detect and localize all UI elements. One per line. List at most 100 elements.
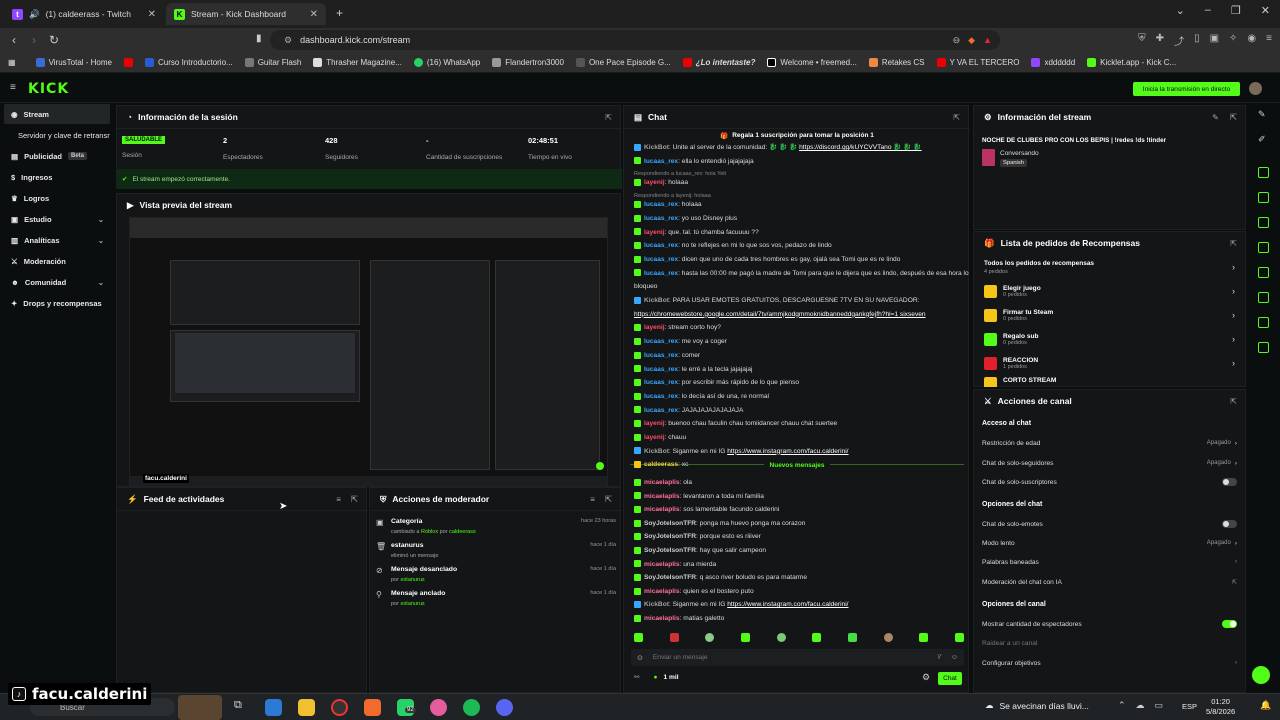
raid-row[interactable]: Raidear a un canal [982, 633, 1237, 653]
chat-message[interactable]: KickBot: Unite al server de la comunidad… [634, 143, 922, 152]
new-tab-button[interactable]: + [336, 6, 343, 20]
gear-icon[interactable]: ⚙ [922, 672, 930, 683]
goals-row[interactable]: Configurar objetivos › [982, 653, 1237, 673]
emote-icon[interactable] [919, 633, 929, 642]
popout-icon[interactable]: ⇱ [953, 113, 960, 122]
chat-message[interactable]: lucaas_rex: yo uso Disney plus [634, 214, 737, 223]
chat-message[interactable]: caldeerass: xc [634, 460, 688, 469]
explorer-icon[interactable] [298, 699, 315, 716]
kick-logo[interactable]: KICK [28, 81, 69, 97]
chat-message[interactable]: layenij: stream corto hoy? [634, 323, 721, 332]
sidebar-item-server[interactable]: Servidor y clave de retransmisión [4, 125, 110, 145]
sidebar-item-drops[interactable]: ✦ Drops y recompensas [4, 293, 110, 313]
chat-username[interactable]: KickBot [644, 144, 669, 151]
cloud-sync-icon[interactable]: ☁ [1136, 700, 1145, 711]
ai-moderation-row[interactable]: Moderación del chat con IA ⇱ [982, 572, 1237, 592]
go-live-button[interactable]: Inicia la transmisión en directo [1133, 82, 1240, 96]
owl-widget-icon[interactable] [178, 695, 222, 720]
popout-icon[interactable]: ⇱ [1230, 112, 1237, 123]
chat-username[interactable]: KickBot [644, 297, 669, 304]
emotes-only-toggle[interactable] [1222, 520, 1237, 528]
edit-icon[interactable]: ✎ [1212, 113, 1219, 122]
gift-banner[interactable]: 🎁 Regala 1 suscripción para tomar la posi… [624, 130, 970, 141]
reload-button[interactable]: ↻ [44, 33, 64, 47]
emote-icon[interactable] [740, 633, 750, 642]
link-icon[interactable]: ⚯ [634, 673, 640, 681]
bookmark-item[interactable]: Flandertron3000 [492, 57, 564, 67]
chat-message[interactable]: lucaas_rex: me voy a coger [634, 337, 727, 346]
chat-username[interactable]: layenij [644, 229, 665, 236]
chat-username[interactable]: micaelaplis [644, 493, 680, 500]
chat-message[interactable]: micaelaplis: ola [634, 478, 692, 487]
popout-icon[interactable]: ⇱ [1230, 397, 1237, 406]
chat-username[interactable]: lucaas_rex [644, 215, 678, 222]
slow-mode-row[interactable]: Modo lento Apagado › [982, 533, 1237, 553]
subs-only-toggle[interactable] [1222, 478, 1237, 486]
chat-username[interactable]: SoyJotelsonTFR [644, 574, 696, 581]
trash-icon[interactable] [1258, 217, 1269, 228]
chat-message[interactable]: micaelaplis: una mierda [634, 560, 716, 569]
bookmark-item[interactable]: (16) WhatsApp [413, 57, 480, 67]
sidebar-item-community[interactable]: ☻ Comunidad ⌄ [4, 272, 110, 292]
close-icon[interactable]: ✕ [148, 9, 156, 20]
chat-username[interactable]: caldeerass [644, 461, 678, 468]
help-button[interactable] [1252, 666, 1270, 684]
sidebar-item-ads[interactable]: ▤ Publicidad Beta [4, 146, 110, 166]
chat-message[interactable]: lucaas_rex: holaaa [634, 200, 702, 209]
chat-username[interactable]: lucaas_rex [644, 270, 678, 277]
chat-link[interactable]: https://www.instagram.com/facu.calderini… [727, 448, 848, 455]
emote-icon[interactable] [954, 633, 964, 642]
vpn-icon[interactable]: ◉ [1247, 33, 1256, 48]
pen-icon[interactable]: ✐ [1258, 134, 1266, 145]
show-viewers-row[interactable]: Mostrar cantidad de espectadores [982, 614, 1237, 634]
reward-item[interactable]: REACCION 1 pedidos › [984, 351, 1235, 375]
followers-only-row[interactable]: Chat de solo-seguidores Apagado › [982, 453, 1237, 473]
list-icon[interactable] [1258, 292, 1269, 303]
popout-icon[interactable]: ⇱ [605, 113, 612, 122]
task-view-icon[interactable]: ⧉ [234, 699, 242, 712]
sidebar-item-achievements[interactable]: ♛ Logros [4, 188, 110, 208]
show-viewers-toggle[interactable] [1222, 620, 1237, 628]
chat-username[interactable]: lucaas_rex [644, 256, 678, 263]
forward-button[interactable]: › [24, 33, 44, 47]
emote-icon[interactable] [669, 633, 679, 642]
sidebar-icon[interactable]: ▯ [1194, 33, 1200, 48]
chat-message[interactable]: micaelaplis: sos lamentable facundo cald… [634, 505, 779, 514]
hamburger-icon[interactable]: ≡ [10, 82, 16, 93]
emote-icon[interactable] [883, 633, 893, 642]
chat-username[interactable]: lucaas_rex [644, 379, 678, 386]
chat-username[interactable]: layenij [644, 434, 665, 441]
subs-only-row[interactable]: Chat de solo-suscriptores [982, 472, 1237, 492]
bookmark-icon[interactable]: ▮ [256, 33, 262, 44]
reward-item[interactable]: Elegir juego 0 pedidos › [984, 279, 1235, 303]
sidebar-item-income[interactable]: $ Ingresos [4, 167, 110, 187]
chat-message[interactable]: lucaas_rex: JAJAJAJAJAJAJAJA [634, 406, 743, 415]
sidebar-item-analytics[interactable]: ▥ Analíticas ⌄ [4, 230, 110, 250]
chat-message[interactable]: micaelaplis: levantaron a toda mi famili… [634, 492, 764, 501]
avatar[interactable] [1249, 82, 1262, 95]
obs-icon[interactable] [331, 699, 348, 716]
chat-link[interactable]: https://discord.gg/kUYCVVTano 🐉 🐉 🐉 [799, 144, 921, 151]
all-rewards-row[interactable]: Todos los pedidos de recompensas 4 pedid… [984, 260, 1235, 278]
age-restriction-row[interactable]: Restricción de edad Apagado › [982, 433, 1237, 453]
chat-username[interactable]: lucaas_rex [644, 242, 678, 249]
leo-icon[interactable]: ✧ [1229, 33, 1237, 48]
bookmark-item[interactable]: xdddddd [1031, 57, 1075, 67]
wrench-icon[interactable] [1258, 317, 1269, 328]
chat-username[interactable]: micaelaplis [644, 615, 680, 622]
reward-item[interactable]: Regalo sub 0 pedidos › [984, 327, 1235, 351]
popout-icon[interactable]: ⇱ [351, 494, 358, 505]
chat-message[interactable]: KickBot: Siganme en mi IG https://www.in… [634, 447, 849, 456]
chat-username[interactable]: SoyJotelsonTFR [644, 520, 696, 527]
chat-message[interactable]: micaelaplis: quien es el bostero puto [634, 587, 754, 596]
chat-message[interactable]: layenij: holaaa [634, 178, 688, 187]
bookmark-item[interactable]: Welcome • freemed... [767, 57, 857, 67]
chat-username[interactable]: layenij [644, 324, 665, 331]
chat-message[interactable]: layenij: que. tal. tú chamba facuuuu ?? [634, 228, 759, 237]
url-field[interactable]: ⚙ dashboard.kick.com/stream ⊖ ◆ ▲ [270, 30, 1000, 50]
tab-kick[interactable]: K Stream - Kick Dashboard ✕ [166, 3, 326, 25]
chat-link[interactable]: https://www.instagram.com/facu.calderini… [727, 601, 848, 608]
emoji-icon[interactable]: ☺ [951, 654, 958, 661]
clock[interactable]: 01:20 5/8/2026 [1206, 697, 1235, 717]
chat-message[interactable]: KickBot: Siganme en mi IG https://www.in… [634, 600, 849, 609]
